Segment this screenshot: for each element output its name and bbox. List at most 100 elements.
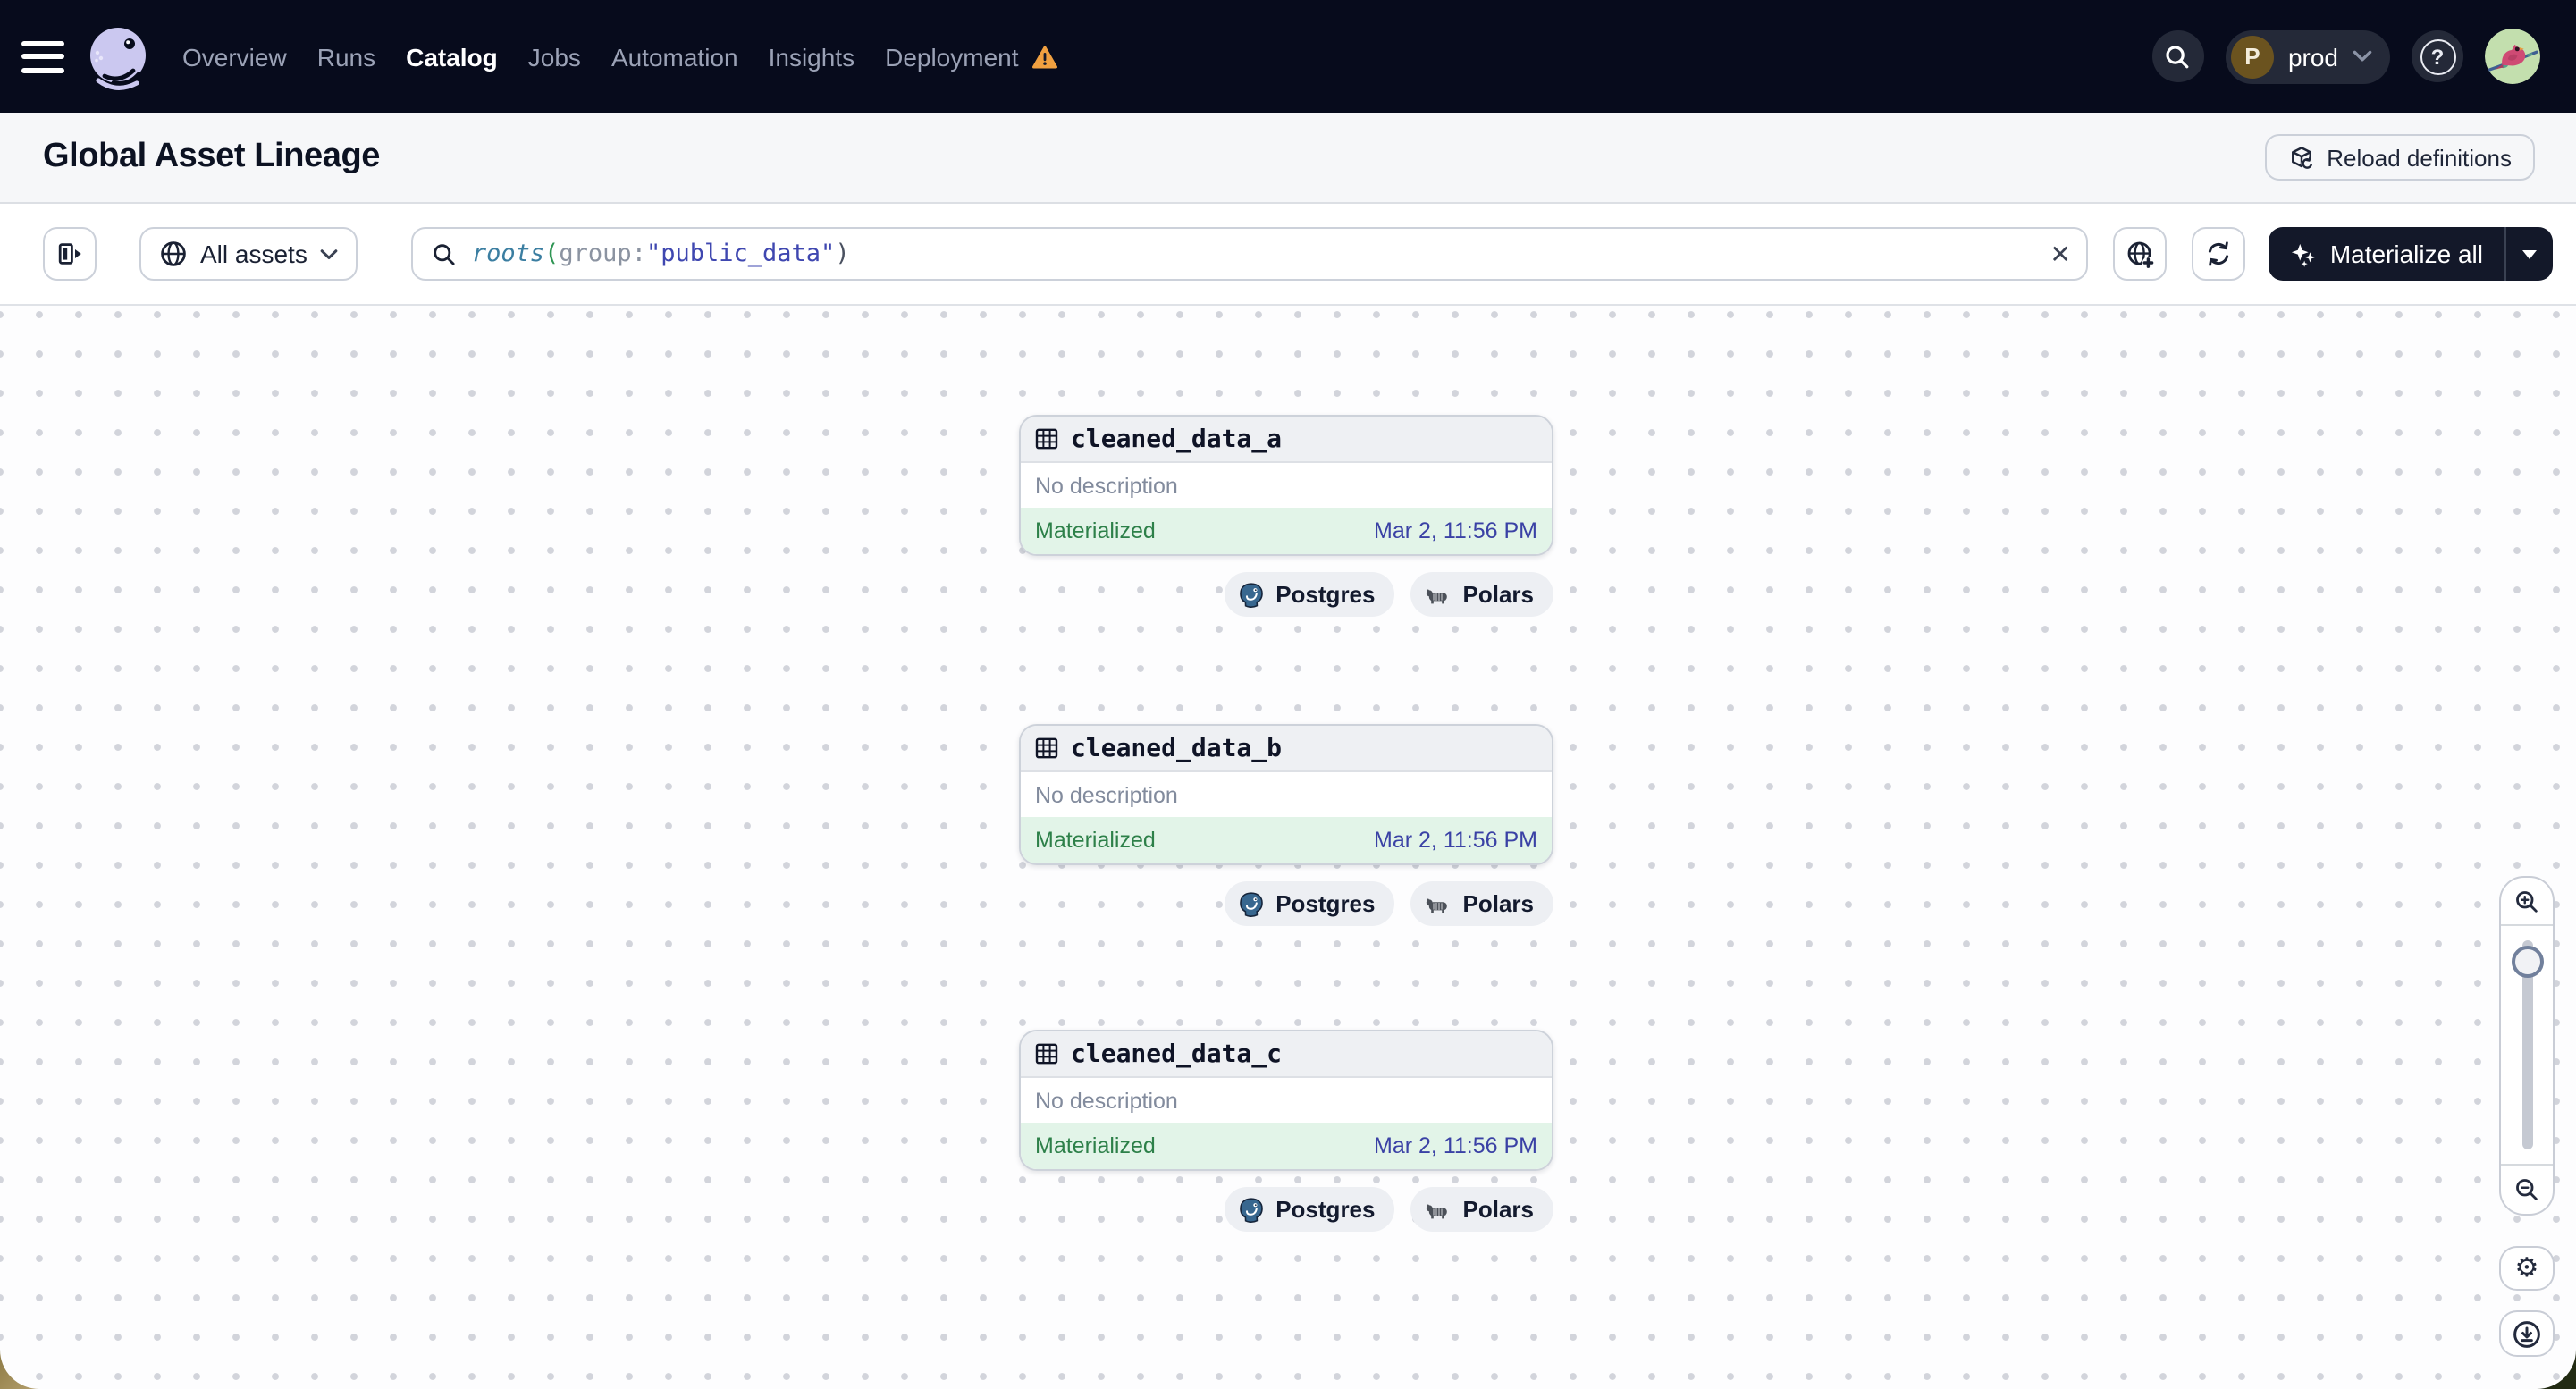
asset-scope-label: All assets — [200, 240, 307, 268]
postgres-icon — [1239, 891, 1263, 916]
asset-status-row: Materialized Mar 2, 11:56 PM — [1021, 817, 1552, 863]
materialization-timestamp[interactable]: Mar 2, 11:56 PM — [1374, 518, 1537, 543]
global-search-button[interactable] — [2151, 30, 2204, 82]
table-icon — [1035, 428, 1058, 450]
sparkle-icon — [2292, 242, 2316, 266]
kind-tag-polars[interactable]: Polars — [1410, 572, 1553, 617]
polars-icon — [1427, 588, 1448, 603]
kind-tag-label: Postgres — [1275, 581, 1376, 608]
asset-selection-input[interactable]: roots(group:"public_data") ✕ — [410, 227, 2089, 281]
dagster-logo[interactable] — [82, 21, 154, 92]
postgres-icon — [1239, 582, 1263, 607]
page-title: Global Asset Lineage — [43, 138, 381, 175]
question-icon: ? — [2420, 38, 2455, 74]
materialization-timestamp[interactable]: Mar 2, 11:56 PM — [1374, 1133, 1537, 1158]
asset-node-cleaned-data-a[interactable]: cleaned_data_a No description Materializ… — [1019, 415, 1553, 556]
kind-tag-polars[interactable]: Polars — [1410, 881, 1553, 926]
asset-status-row: Materialized Mar 2, 11:56 PM — [1021, 1123, 1552, 1169]
kind-tag-label: Postgres — [1275, 1196, 1376, 1223]
open-panel-icon — [58, 243, 81, 265]
asset-kind-tags: Postgres Polars — [1224, 881, 1553, 926]
lineage-toolbar: All assets roots(group:"public_data") ✕ — [0, 204, 2576, 306]
zoom-out-icon — [2516, 1179, 2538, 1200]
zoom-in-icon — [2516, 890, 2538, 912]
asset-kind-tags: Postgres Polars — [1224, 572, 1553, 617]
page-header: Global Asset Lineage Reload definitions — [0, 113, 2576, 204]
zoom-slider[interactable] — [2501, 926, 2553, 1164]
materialization-timestamp[interactable]: Mar 2, 11:56 PM — [1374, 828, 1537, 853]
asset-description: No description — [1035, 782, 1178, 807]
asset-name: cleaned_data_c — [1071, 1040, 1283, 1068]
polars-icon — [1427, 1203, 1448, 1218]
download-icon — [2513, 1320, 2540, 1347]
nav-runs[interactable]: Runs — [317, 42, 375, 71]
status-badge: Materialized — [1035, 828, 1156, 853]
asset-name: cleaned_data_b — [1071, 734, 1283, 762]
zoom-out-button[interactable] — [2501, 1164, 2553, 1214]
kind-tag-label: Polars — [1462, 581, 1535, 608]
globe-plus-icon — [2127, 240, 2154, 268]
kind-tag-polars[interactable]: Polars — [1410, 1187, 1553, 1232]
asset-description: No description — [1035, 1088, 1178, 1113]
chevron-down-icon — [2353, 50, 2372, 62]
status-badge: Materialized — [1035, 1133, 1156, 1158]
nav-deployment[interactable]: Deployment — [885, 42, 1057, 71]
materialize-all-button[interactable]: Materialize all — [2269, 227, 2504, 281]
panel-toggle-button[interactable] — [43, 227, 97, 281]
materialize-all-label: Materialize all — [2329, 240, 2483, 268]
globe-icon — [161, 241, 186, 266]
octopus-logo-icon — [90, 27, 146, 89]
warning-icon — [1031, 45, 1057, 68]
clear-selection-button[interactable]: ✕ — [2050, 241, 2070, 266]
kind-tag-postgres[interactable]: Postgres — [1224, 881, 1395, 926]
graph-settings-button[interactable]: ⚙ — [2499, 1246, 2555, 1291]
nav-catalog[interactable]: Catalog — [406, 42, 498, 71]
materialize-all-split-button: Materialize all — [2269, 227, 2553, 281]
download-image-button[interactable] — [2499, 1310, 2555, 1357]
asset-scope-dropdown[interactable]: All assets — [139, 227, 358, 281]
main-nav: Overview Runs Catalog Jobs Automation In… — [182, 42, 1058, 71]
nav-automation[interactable]: Automation — [611, 42, 738, 71]
kind-tag-postgres[interactable]: Postgres — [1224, 572, 1395, 617]
zoom-in-button[interactable] — [2501, 878, 2553, 926]
reload-definitions-button[interactable]: Reload definitions — [2264, 134, 2535, 181]
nav-overview[interactable]: Overview — [182, 42, 287, 71]
deployment-switcher[interactable]: P prod — [2225, 29, 2390, 83]
asset-node-header: cleaned_data_a — [1021, 417, 1552, 463]
hamburger-menu-button[interactable] — [21, 40, 64, 72]
asset-node-cleaned-data-b[interactable]: cleaned_data_b No description Materializ… — [1019, 724, 1553, 865]
nav-right-cluster: P prod ? — [2151, 29, 2540, 84]
asset-selection-query: roots(group:"public_data") — [471, 240, 850, 268]
asset-node-header: cleaned_data_c — [1021, 1031, 1552, 1078]
refresh-icon — [2209, 241, 2229, 266]
user-avatar[interactable] — [2485, 29, 2540, 84]
zoom-slider-thumb[interactable] — [2511, 946, 2543, 978]
asset-status-row: Materialized Mar 2, 11:56 PM — [1021, 508, 1552, 554]
asset-node-cleaned-data-c[interactable]: cleaned_data_c No description Materializ… — [1019, 1030, 1553, 1171]
globe-add-button[interactable] — [2113, 227, 2168, 281]
asset-kind-tags: Postgres Polars — [1224, 1187, 1553, 1232]
polars-icon — [1427, 897, 1448, 913]
refresh-button[interactable] — [2192, 227, 2246, 281]
nav-jobs[interactable]: Jobs — [528, 42, 581, 71]
bird-avatar-icon — [2485, 29, 2540, 84]
lineage-canvas[interactable]: cleaned_data_a No description Materializ… — [0, 306, 2576, 1389]
caret-down-icon — [2522, 249, 2537, 258]
asset-name: cleaned_data_a — [1071, 425, 1283, 453]
materialize-options-toggle[interactable] — [2504, 227, 2553, 281]
asset-node-header: cleaned_data_b — [1021, 726, 1552, 772]
status-badge: Materialized — [1035, 518, 1156, 543]
reload-cube-icon — [2291, 146, 2313, 169]
nav-deployment-label: Deployment — [885, 42, 1019, 71]
zoom-control — [2499, 876, 2555, 1216]
chevron-down-icon — [320, 248, 338, 259]
deployment-name: prod — [2287, 42, 2338, 71]
app: Overview Runs Catalog Jobs Automation In… — [0, 0, 2576, 1389]
top-navbar: Overview Runs Catalog Jobs Automation In… — [0, 0, 2576, 113]
deployment-initial-badge: P — [2230, 35, 2274, 78]
kind-tag-postgres[interactable]: Postgres — [1224, 1187, 1395, 1232]
nav-insights[interactable]: Insights — [769, 42, 855, 71]
canvas-wrap: cleaned_data_a No description Materializ… — [0, 306, 2576, 1389]
help-button[interactable]: ? — [2412, 30, 2463, 82]
table-icon — [1035, 1043, 1058, 1065]
